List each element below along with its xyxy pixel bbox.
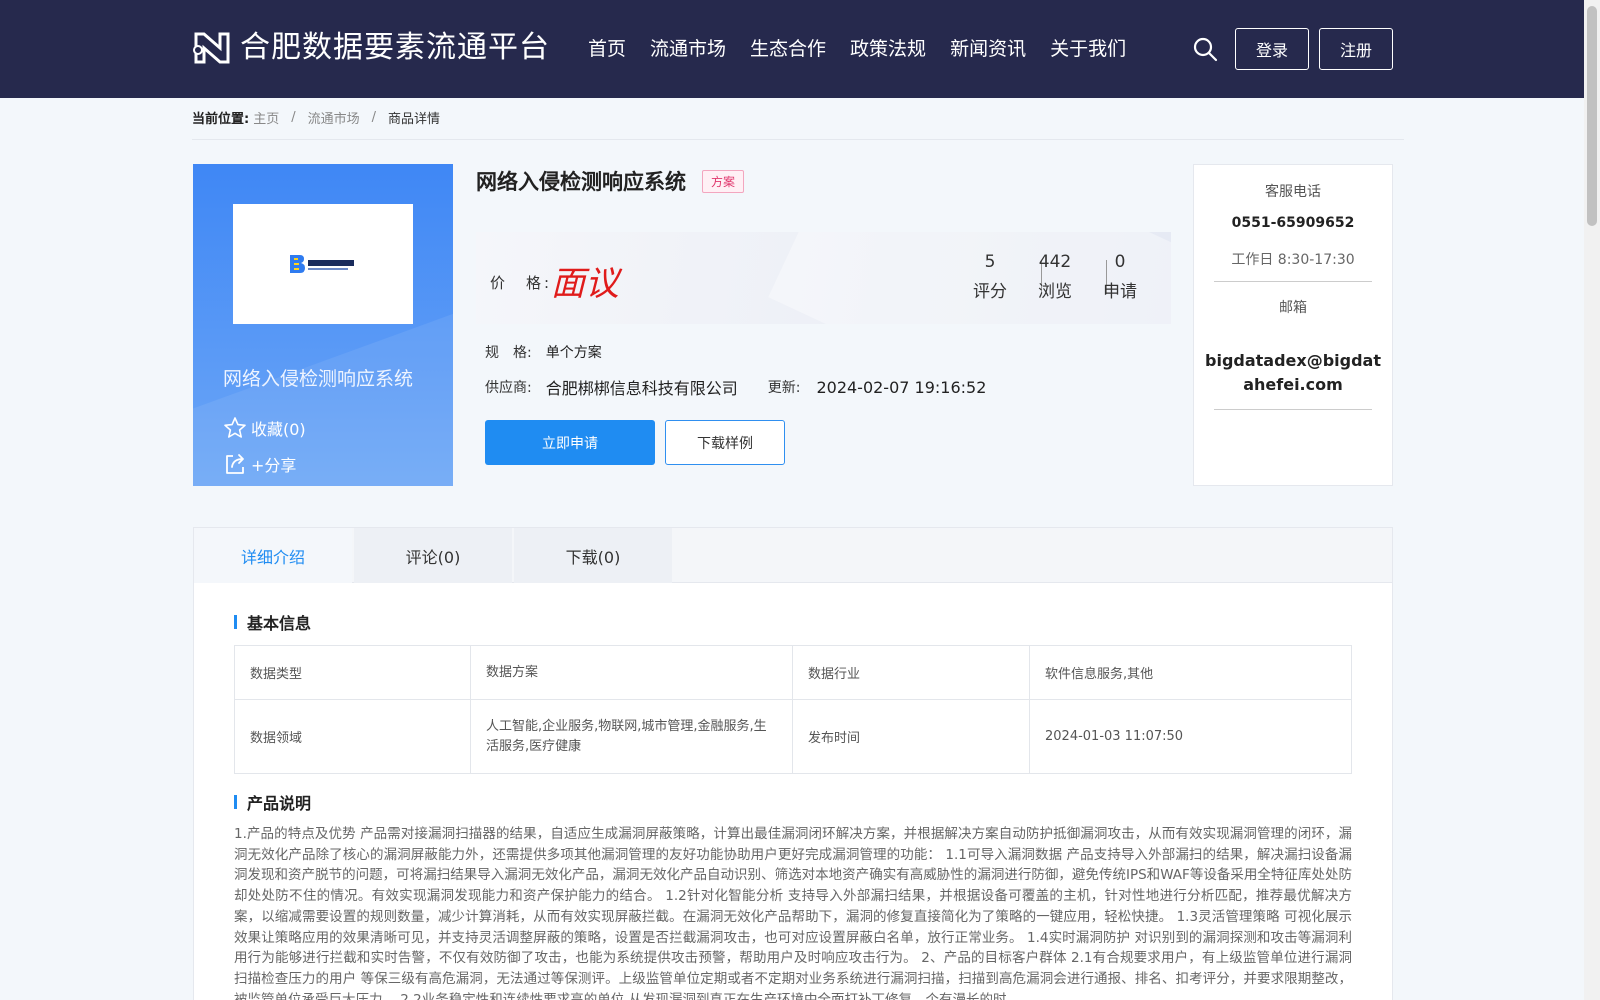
phone-number: 0551-65909652 [1231, 215, 1355, 231]
price-panel: 价 格: 面议 5 评分 442 浏览 0 申请 [476, 232, 1171, 324]
product-name: 网络入侵检测响应系统 [476, 170, 686, 194]
product-title: 网络入侵检测响应系统 方案 [476, 166, 745, 196]
supplier-row: 供应商: 合肥梆梆信息科技有限公司 更新: 2024-02-07 19:16:5… [485, 375, 986, 399]
breadcrumb-divider [192, 139, 1404, 140]
breadcrumb-label: 当前位置: [192, 112, 250, 127]
table-cell: 2024-01-03 11:07:50 [1029, 699, 1352, 774]
site-title: 合肥数据要素流通平台 [240, 30, 550, 65]
price-value: 面议 [551, 264, 619, 304]
table-cell: 数据方案 [470, 645, 793, 700]
breadcrumb: 当前位置: 主页 / 流通市场 / 商品详情 [192, 108, 440, 127]
product-image [233, 204, 413, 324]
logo-icon [193, 32, 230, 64]
login-button[interactable]: 登录 [1235, 28, 1309, 70]
table-cell: 软件信息服务,其他 [1029, 645, 1352, 700]
search-icon[interactable] [1192, 36, 1218, 62]
scrollbar-thumb[interactable] [1587, 6, 1597, 226]
stat-applications-label: 申请 [1103, 282, 1137, 302]
detail-tabs: 详细介绍 评论(0) 下载(0) [194, 528, 1392, 583]
nav-policy[interactable]: 政策法规 [850, 34, 926, 64]
table-cell: 数据行业 [792, 645, 1030, 700]
stat-applications-value: 0 [1114, 252, 1126, 272]
stat-applications: 0 申请 [1088, 250, 1152, 304]
update-value: 2024-02-07 19:16:52 [816, 377, 987, 397]
product-type-badge: 方案 [702, 169, 745, 193]
apply-button[interactable]: 立即申请 [485, 420, 655, 465]
nav-about[interactable]: 关于我们 [1050, 34, 1126, 64]
top-navbar: 合肥数据要素流通平台 首页 流通市场 生态合作 政策法规 新闻资讯 关于我们 登… [0, 0, 1600, 98]
email-label: 邮箱 [1279, 300, 1307, 316]
tab-downloads[interactable]: 下载(0) [514, 528, 672, 583]
main-nav: 首页 流通市场 生态合作 政策法规 新闻资讯 关于我们 [588, 34, 1150, 64]
star-icon [224, 417, 246, 438]
stat-views: 442 浏览 [1023, 250, 1087, 304]
breadcrumb-market[interactable]: 流通市场 [308, 108, 360, 127]
spec-label: 规 格: [485, 345, 532, 361]
stat-rating-label: 评分 [973, 282, 1007, 302]
email-address: bigdatadex@bigdatahefei.com [1205, 351, 1381, 394]
share-button[interactable]: +分享 [223, 452, 296, 476]
nav-news[interactable]: 新闻资讯 [950, 34, 1026, 64]
table-cell: 数据类型 [234, 645, 471, 700]
basic-info-table: 数据类型 数据方案 数据行业 软件信息服务,其他 数据领域 人工智能,企业服务,… [234, 645, 1352, 774]
vendor-logo-icon [290, 255, 354, 273]
product-card-title: 网络入侵检测响应系统 [223, 368, 414, 390]
tab-comments[interactable]: 评论(0) [354, 528, 512, 583]
nav-market[interactable]: 流通市场 [650, 34, 726, 64]
download-sample-button[interactable]: 下载样例 [665, 420, 785, 465]
stat-rating: 5 评分 [958, 250, 1022, 304]
contact-panel: 客服电话 0551-65909652 工作日 8:30-17:30 邮箱 big… [1193, 164, 1393, 486]
share-icon [226, 454, 244, 474]
nav-home[interactable]: 首页 [588, 34, 626, 64]
update-label: 更新: [767, 380, 801, 396]
basic-info-title: 基本信息 [234, 610, 311, 634]
favorite-button[interactable]: 收藏(0) [223, 416, 306, 440]
product-description-title: 产品说明 [234, 790, 311, 814]
nav-ecosystem[interactable]: 生态合作 [750, 34, 826, 64]
supplier-value: 合肥梆梆信息科技有限公司 [545, 379, 738, 398]
detail-panel: 详细介绍 评论(0) 下载(0) 基本信息 数据类型 数据方案 数据行业 软件信… [193, 527, 1393, 1000]
spec-row: 规 格: 单个方案 [485, 342, 602, 362]
stat-views-label: 浏览 [1038, 282, 1072, 302]
product-description: 1.产品的特点及优势 产品需对接漏洞扫描器的结果，自适应生成漏洞屏蔽策略，计算出… [234, 826, 1352, 1000]
phone-label: 客服电话 [1265, 184, 1321, 200]
supplier-label: 供应商: [485, 380, 532, 396]
page-scrollbar[interactable] [1584, 0, 1600, 1000]
share-label: +分享 [251, 456, 297, 475]
tab-details[interactable]: 详细介绍 [194, 528, 352, 583]
price-label: 价 格: [490, 274, 553, 292]
table-row: 数据类型 数据方案 数据行业 软件信息服务,其他 [234, 645, 1352, 700]
stat-views-value: 442 [1038, 252, 1072, 272]
breadcrumb-separator: / [371, 110, 377, 125]
table-cell: 人工智能,企业服务,物联网,城市管理,金融服务,生活服务,医疗健康 [470, 699, 793, 774]
service-hours: 工作日 8:30-17:30 [1231, 252, 1355, 268]
favorite-label: 收藏(0) [251, 420, 306, 439]
product-card: 网络入侵检测响应系统 收藏(0) +分享 [193, 164, 453, 486]
breadcrumb-current: 商品详情 [388, 112, 441, 127]
breadcrumb-home[interactable]: 主页 [253, 108, 279, 127]
spec-value: 单个方案 [545, 345, 602, 361]
table-row: 数据领域 人工智能,企业服务,物联网,城市管理,金融服务,生活服务,医疗健康 发… [234, 699, 1352, 774]
stat-rating-value: 5 [984, 252, 996, 272]
site-logo[interactable]: 合肥数据要素流通平台 [192, 28, 550, 68]
register-button[interactable]: 注册 [1319, 28, 1393, 70]
table-cell: 数据领域 [234, 699, 471, 774]
table-cell: 发布时间 [792, 699, 1030, 774]
contact-divider [1214, 281, 1372, 282]
breadcrumb-separator: / [291, 110, 296, 125]
contact-divider [1214, 409, 1372, 410]
